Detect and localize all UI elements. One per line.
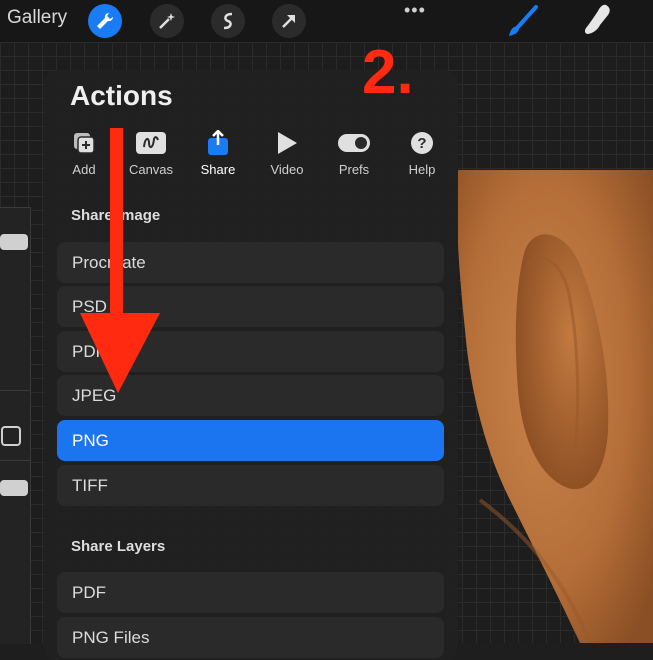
more-options-icon[interactable]: •••: [404, 0, 426, 21]
share-layers-item-pdf[interactable]: PDF: [57, 572, 444, 613]
annotation-arrow: [80, 128, 160, 393]
tab-label: Prefs: [338, 162, 370, 177]
dog-illustration: [457, 170, 653, 643]
tab-video[interactable]: Video: [257, 130, 317, 177]
svg-text:?: ?: [417, 135, 426, 152]
side-toolbar: [0, 207, 31, 644]
side-divider: [0, 460, 30, 461]
panel-title: Actions: [70, 80, 173, 111]
tab-help[interactable]: ? Help: [392, 130, 452, 177]
brush-icon[interactable]: [506, 5, 540, 39]
toggle-icon: [324, 130, 384, 156]
tab-prefs[interactable]: Prefs: [324, 130, 384, 177]
share-layers-item-png-files[interactable]: PNG Files: [57, 617, 444, 658]
tab-label: Share: [200, 162, 236, 177]
smudge-icon[interactable]: [580, 3, 614, 37]
opacity-slider[interactable]: [0, 480, 28, 496]
tab-share[interactable]: Share: [188, 130, 248, 177]
gallery-button[interactable]: Gallery: [7, 7, 67, 29]
tab-label: Video: [270, 162, 304, 177]
share-item-png[interactable]: PNG: [57, 420, 444, 461]
selection-icon[interactable]: [211, 4, 245, 38]
section-heading-share-layers: Share Layers: [71, 538, 166, 555]
tab-label: Help: [408, 162, 436, 177]
magic-wand-icon[interactable]: [150, 4, 184, 38]
step-number-label: 2.: [362, 38, 414, 107]
top-toolbar: Gallery •••: [0, 0, 653, 42]
brush-size-slider[interactable]: [0, 234, 28, 250]
wrench-icon[interactable]: [88, 4, 122, 38]
help-icon: ?: [392, 130, 452, 156]
play-icon: [257, 130, 317, 156]
share-item-tiff[interactable]: TIFF: [57, 465, 444, 506]
modify-button[interactable]: [1, 426, 21, 446]
transform-arrow-icon[interactable]: [272, 4, 306, 38]
share-icon: [188, 130, 248, 156]
side-divider: [0, 390, 30, 391]
